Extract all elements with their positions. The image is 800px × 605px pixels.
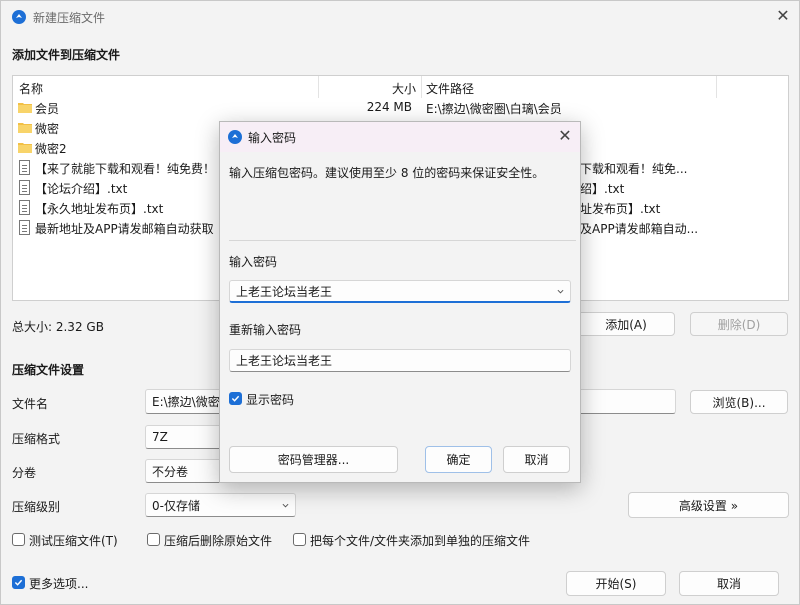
advanced-settings-button[interactable]: 高级设置 » (628, 492, 789, 518)
window-title: 新建压缩文件 (33, 11, 106, 25)
file-name: 微密2 (35, 142, 67, 156)
file-name: 【论坛介绍】.txt (35, 182, 128, 196)
show-password-label: 显示密码 (246, 393, 295, 407)
remove-button[interactable]: 删除(D) (690, 312, 788, 336)
checkmark-icon (231, 395, 240, 402)
password-dialog: 输入密码 ✕ 输入压缩包密码。建议使用至少 8 位的密码来保证安全性。 输入密码… (219, 121, 581, 483)
level-value: 0-仅存储 (152, 498, 200, 513)
file-name: 【永久地址发布页】.txt (35, 202, 164, 216)
ok-button[interactable]: 确定 (425, 446, 492, 473)
text-file-icon (19, 160, 30, 175)
file-name: 最新地址及APP请发邮箱自动获取 (35, 222, 214, 236)
delete-original-label: 压缩后删除原始文件 (164, 534, 273, 548)
text-file-icon (19, 180, 30, 195)
divider (229, 240, 576, 241)
file-path: 能下载和观看！纯免... (568, 162, 688, 176)
file-name: 【来了就能下载和观看！纯免费！ (35, 162, 216, 176)
app-logo-icon (12, 10, 26, 24)
confirm-password-input[interactable]: 上老王论坛当老王 (229, 349, 571, 372)
text-file-icon (19, 220, 30, 235)
chevron-down-icon[interactable] (557, 288, 564, 295)
file-path: E:\擦边\微密圈\白璃\会员 (426, 102, 562, 116)
column-header-path[interactable]: 文件路径 (426, 80, 474, 97)
separate-archives-label: 把每个文件/文件夹添加到单独的压缩文件 (310, 534, 531, 548)
filename-label: 文件名 (12, 397, 49, 411)
total-size: 总大小: 2.32 GB (12, 320, 104, 334)
app-logo-icon (228, 130, 242, 144)
folder-icon (18, 123, 32, 133)
cancel-button[interactable]: 取消 (679, 571, 779, 596)
test-archive-checkbox[interactable] (12, 533, 25, 546)
separate-archives-checkbox[interactable] (293, 533, 306, 546)
more-options-checkbox[interactable] (12, 576, 25, 589)
password-manager-button[interactable]: 密码管理器... (229, 446, 398, 473)
list-item[interactable]: 会员 224 MB E:\擦边\微密圈\白璃\会员 (13, 98, 788, 118)
format-label: 压缩格式 (12, 432, 61, 446)
dialog-description: 输入压缩包密码。建议使用至少 8 位的密码来保证安全性。 (229, 166, 545, 180)
dialog-title: 输入密码 (248, 131, 297, 145)
dialog-close-icon[interactable]: ✕ (553, 126, 577, 146)
file-path: 地址发布页】.txt (568, 202, 661, 216)
dialog-title-bar: 输入密码 ✕ (220, 122, 580, 152)
format-value: 7Z (152, 430, 168, 444)
title-bar: 新建压缩文件 ✕ (1, 1, 800, 33)
more-options-label: 更多选项... (29, 577, 89, 591)
password-label: 输入密码 (229, 255, 278, 269)
level-label: 压缩级别 (12, 500, 61, 514)
browse-button[interactable]: 浏览(B)... (690, 390, 788, 414)
file-name: 微密 (35, 122, 60, 136)
confirm-password-label: 重新输入密码 (229, 323, 302, 337)
text-file-icon (19, 200, 30, 215)
show-password-checkbox[interactable] (229, 392, 242, 405)
password-value: 上老王论坛当老王 (236, 284, 333, 299)
add-files-heading: 添加文件到压缩文件 (12, 48, 121, 62)
checkmark-icon (14, 579, 23, 586)
split-label: 分卷 (12, 466, 37, 480)
delete-original-checkbox[interactable] (147, 533, 160, 546)
dialog-cancel-button[interactable]: 取消 (503, 446, 570, 473)
add-button[interactable]: 添加(A) (577, 312, 675, 336)
folder-icon (18, 143, 32, 153)
settings-heading: 压缩文件设置 (12, 363, 85, 377)
file-name: 会员 (35, 102, 60, 116)
password-input[interactable]: 上老王论坛当老王 (229, 280, 571, 303)
column-header-name[interactable]: 名称 (19, 80, 43, 97)
split-value: 不分卷 (152, 464, 189, 479)
folder-icon (18, 103, 32, 113)
file-size: 224 MB (366, 100, 412, 114)
close-icon[interactable]: ✕ (771, 6, 795, 26)
test-archive-label: 测试压缩文件(T) (29, 534, 118, 548)
level-select[interactable]: 0-仅存储 (145, 493, 296, 517)
chevron-down-icon (282, 503, 289, 508)
file-path: 止及APP请发邮箱自动... (568, 222, 699, 236)
column-header-size[interactable]: 大小 (392, 80, 416, 97)
start-button[interactable]: 开始(S) (566, 571, 666, 596)
